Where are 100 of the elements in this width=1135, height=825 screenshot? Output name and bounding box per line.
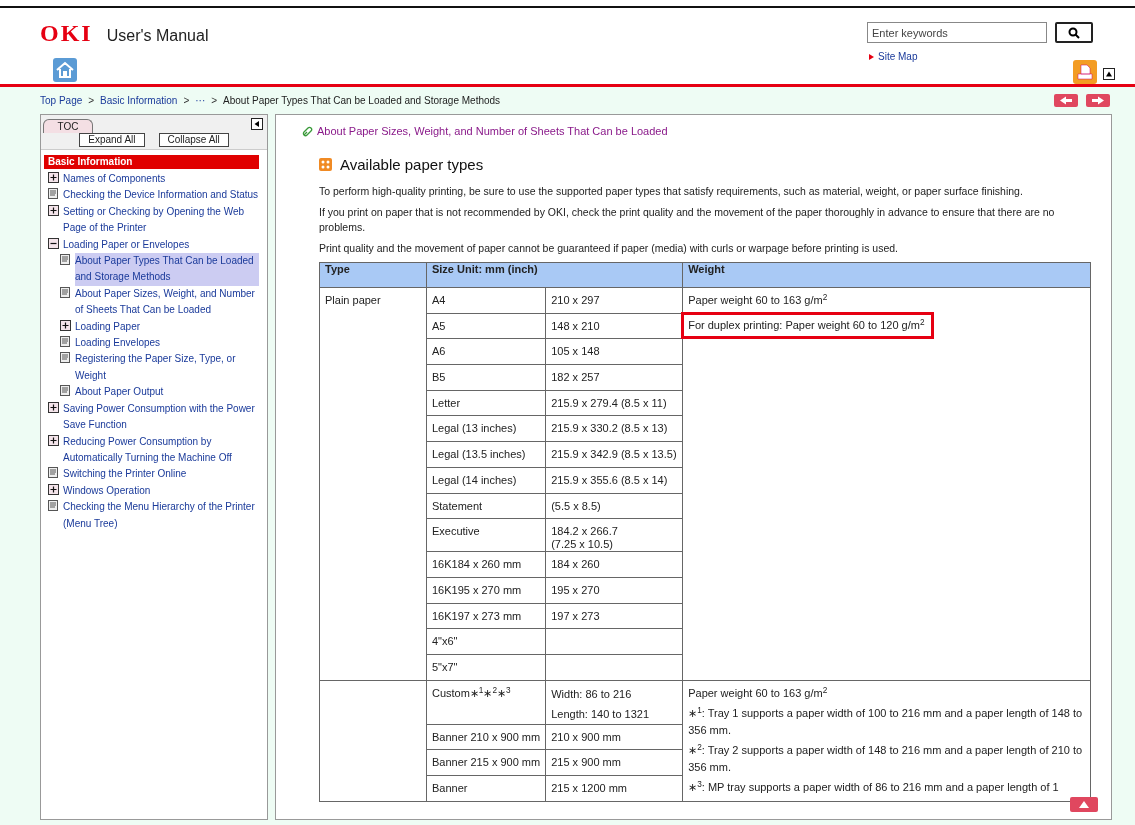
expand-all-button[interactable]: Expand All bbox=[79, 133, 145, 147]
table-cell: Legal (13.5 inches) bbox=[431, 448, 526, 461]
toc-link[interactable]: Setting or Checking by Opening the Web Page of the Printer bbox=[63, 203, 259, 237]
table-cell: Banner 215 x 900 mm bbox=[431, 756, 541, 769]
collapse-all-button[interactable]: Collapse All bbox=[158, 133, 229, 147]
table-cell: A5 bbox=[431, 319, 446, 332]
table-cell-text: (5.5 x 8.5) bbox=[551, 499, 602, 513]
weight-note: ∗$^{1}$: Tray 1 supports a paper width of 100 to 216 mm and a paper length of 148 to 356 mm. bbox=[688, 704, 1084, 738]
toc-link[interactable]: About Paper Output bbox=[75, 384, 164, 401]
page-icon bbox=[48, 500, 59, 512]
page-icon bbox=[60, 352, 71, 364]
table-cell: A6 bbox=[431, 345, 446, 358]
breadcrumb-link[interactable]: ··· bbox=[195, 93, 206, 108]
paragraph: To perform high-quality printing, be sure to use the supported paper types that satisfy requirements, such as material, weight, or paper surface finishing. bbox=[319, 184, 1024, 199]
plus-icon[interactable] bbox=[48, 434, 59, 446]
toc-section-heading[interactable]: Basic Information bbox=[44, 155, 259, 169]
table-cell-text: 215.9 x 355.6 (8.5 x 14) bbox=[551, 473, 669, 487]
column-header: Weight bbox=[682, 262, 1091, 288]
table-cell: Executive bbox=[431, 525, 480, 538]
table-cell: 16K197 x 273 mm bbox=[431, 609, 522, 622]
toc-link[interactable]: About Paper Types That Can be Loaded and Storage Methods bbox=[75, 253, 259, 286]
toc-link[interactable]: Loading Paper or Envelopes bbox=[63, 236, 190, 254]
search-icon bbox=[1068, 26, 1080, 39]
table-cell: Plain paper bbox=[325, 294, 381, 306]
logo: OKI bbox=[40, 22, 93, 44]
table-cell: Legal (13 inches) bbox=[431, 422, 517, 435]
weight-note: Paper weight 60 to 163 g/m$^{2}$ bbox=[688, 684, 828, 701]
table-cell: Custom∗$^{1}$∗$^{2}$∗$^{3}$ bbox=[431, 686, 511, 699]
toc-link[interactable]: About Paper Sizes, Weight, and Number of Sheets That Can be Loaded bbox=[75, 285, 259, 319]
collapse-toc-icon[interactable] bbox=[251, 118, 263, 130]
table-cell: 16K184 x 260 mm bbox=[431, 558, 522, 571]
breadcrumb-separator: > bbox=[183, 94, 190, 108]
weight-note: Paper weight 60 to 163 g/m$^{2}$ bbox=[688, 292, 828, 308]
table-cell: Letter bbox=[431, 396, 461, 409]
related-link[interactable]: About Paper Sizes, Weight, and Number of Sheets That Can be Loaded bbox=[317, 123, 668, 140]
toc-link[interactable]: Saving Power Consumption with the Power Save Function bbox=[63, 400, 259, 434]
breadcrumb-separator: > bbox=[211, 94, 218, 108]
table-cell: A4 bbox=[431, 294, 446, 306]
link-icon bbox=[302, 125, 313, 137]
search-field[interactable]: Enter keywords bbox=[867, 22, 1047, 43]
table-cell-text: 148 x 210 bbox=[551, 319, 601, 333]
plus-icon[interactable] bbox=[48, 483, 59, 495]
toc-link[interactable]: Checking the Menu Hierarchy of the Printer (Menu Tree) bbox=[63, 499, 259, 532]
plus-icon[interactable] bbox=[48, 401, 59, 413]
back-to-top-icon[interactable] bbox=[1070, 797, 1098, 812]
table-cell: Banner 210 x 900 mm bbox=[431, 730, 541, 743]
page-icon bbox=[60, 336, 71, 348]
table-cell-text: 184 x 260 bbox=[551, 558, 601, 572]
toc-link[interactable]: Names of Components bbox=[63, 171, 166, 188]
toc-link[interactable]: Checking the Device Information and Status bbox=[63, 187, 259, 204]
collapse-header-icon[interactable] bbox=[1103, 68, 1115, 80]
weight-note: ∗$^{3}$: MP tray supports a paper width of 86 to 216 mm and a paper length of 1 bbox=[688, 778, 1059, 795]
table-cell-text: 197 x 273 bbox=[551, 609, 601, 623]
minus-icon[interactable] bbox=[48, 237, 59, 249]
column-header: Size Unit: mm (inch) bbox=[426, 262, 683, 288]
search-button[interactable] bbox=[1055, 22, 1093, 43]
home-icon[interactable] bbox=[53, 58, 77, 82]
table-cell-text: 182 x 257 bbox=[551, 371, 601, 385]
plus-icon[interactable] bbox=[60, 319, 71, 331]
breadcrumb-current: About Paper Types That Can be Loaded and Storage Methods bbox=[223, 94, 501, 108]
weight-note: ∗$^{2}$: Tray 2 supports a paper width of 148 to 216 mm and a paper length of 210 to 356 mm. bbox=[688, 741, 1084, 775]
toc-link[interactable]: Switching the Printer Online bbox=[63, 466, 187, 483]
breadcrumb-link[interactable]: Top Page bbox=[40, 93, 83, 108]
plus-icon[interactable] bbox=[48, 204, 59, 216]
section-heading: Available paper types bbox=[340, 154, 484, 175]
table-cell: 4"x6" bbox=[431, 635, 458, 648]
table-cell: 215.9 x 342.9 (8.5 x 13.5) bbox=[551, 448, 678, 462]
breadcrumb-link[interactable]: Basic Information bbox=[100, 93, 178, 108]
table-cell-text: 215.9 x 330.2 (8.5 x 13) bbox=[551, 422, 669, 436]
site-map-link[interactable]: Site Map bbox=[878, 49, 918, 64]
section-icon bbox=[319, 158, 332, 172]
breadcrumb-separator: > bbox=[88, 94, 95, 108]
print-icon[interactable] bbox=[1073, 60, 1097, 84]
toc-link[interactable]: Loading Envelopes bbox=[75, 335, 161, 352]
table-cell: 5"x7" bbox=[431, 660, 458, 673]
page-icon bbox=[60, 254, 71, 266]
toc-link[interactable]: Reducing Power Consumption by Automatically Turning the Machine Off bbox=[63, 433, 259, 467]
table-cell-text: Width: 86 to 216 Length: 140 to 1321 bbox=[551, 686, 651, 722]
table-cell-text: 210 x 900 mm bbox=[551, 730, 622, 744]
bullet-icon bbox=[869, 53, 874, 60]
toc-link[interactable]: Windows Operation bbox=[63, 482, 151, 500]
column-header: Type bbox=[319, 262, 427, 288]
table-cell: Banner bbox=[431, 782, 468, 794]
page-icon bbox=[60, 286, 71, 298]
table-cell-text: 184.2 x 266.7 (7.25 x 10.5) bbox=[551, 525, 619, 552]
table-cell-text: 215.9 x 279.4 (8.5 x 11) bbox=[551, 396, 668, 410]
table-cell-text: 215 x 900 mm bbox=[551, 756, 622, 770]
page-icon bbox=[48, 188, 59, 200]
plus-icon[interactable] bbox=[48, 172, 59, 183]
paragraph: If you print on paper that is not recommended by OKI, check the print quality and the movement of the paper thoroughly in advance to ensure that there are no problems. bbox=[319, 205, 1056, 235]
table-cell: Statement bbox=[431, 499, 483, 512]
table-cell: Legal (14 inches) bbox=[431, 473, 517, 486]
toc-link[interactable]: Registering the Paper Size, Type, or Weight bbox=[75, 351, 259, 385]
page-icon bbox=[48, 467, 59, 479]
table-cell-text: 215 x 1200 mm bbox=[551, 782, 628, 795]
table-cell-text: 105 x 148 bbox=[551, 345, 601, 359]
toc-link[interactable]: Loading Paper bbox=[75, 318, 141, 336]
toc-tab[interactable]: TOC bbox=[43, 119, 93, 133]
table-cell-text: 210 x 297 bbox=[551, 294, 601, 307]
highlighted-note: For duplex printing: Paper weight 60 to 120 g/m$^{2}$ bbox=[681, 312, 934, 339]
